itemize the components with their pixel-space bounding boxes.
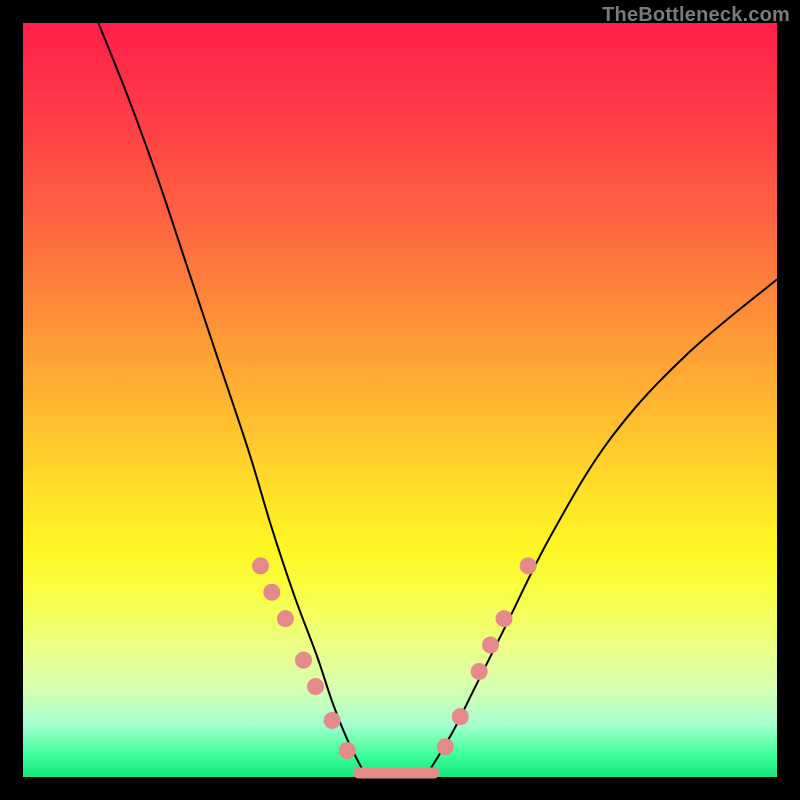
highlight-dot	[471, 663, 488, 680]
highlight-dot	[324, 712, 341, 729]
highlight-dot	[295, 652, 312, 669]
highlight-dot	[263, 584, 280, 601]
highlight-dot	[437, 738, 454, 755]
curve-right-branch	[430, 279, 777, 769]
highlight-dot	[496, 610, 513, 627]
highlight-dot	[307, 678, 324, 695]
highlight-dot-group	[252, 557, 537, 759]
curve-left-branch	[98, 23, 362, 769]
highlight-dot	[520, 557, 537, 574]
chart-svg	[23, 23, 777, 777]
highlight-dot	[252, 557, 269, 574]
highlight-dot	[277, 610, 294, 627]
outer-frame: TheBottleneck.com	[0, 0, 800, 800]
highlight-dot	[452, 708, 469, 725]
watermark-text: TheBottleneck.com	[602, 4, 790, 27]
highlight-dot	[482, 637, 499, 654]
highlight-dot	[339, 742, 356, 759]
plot-area	[23, 23, 777, 777]
